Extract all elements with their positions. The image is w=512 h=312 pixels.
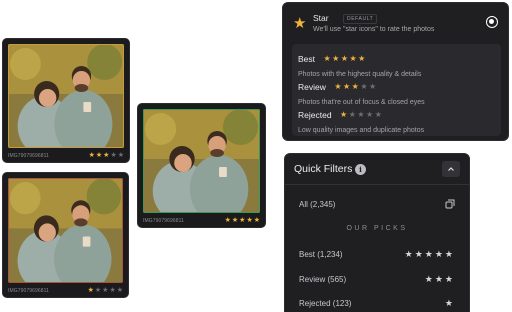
star-icon[interactable]: ★ [117, 287, 123, 294]
star-icon[interactable]: ★ [88, 287, 94, 294]
star-icon: ★ [444, 298, 455, 308]
star-icon[interactable]: ★ [95, 287, 101, 294]
star-icon: ★★★ [424, 274, 455, 284]
radio-button-selected[interactable] [486, 16, 498, 28]
star-icon[interactable]: ★ [103, 152, 109, 159]
photo-filename: IMG79079696811 [8, 152, 50, 159]
star-icon[interactable]: ★ [118, 152, 124, 159]
star-icon[interactable]: ★ [232, 217, 238, 224]
level-name: Review [298, 81, 326, 92]
star-icon[interactable]: ★ [96, 152, 102, 159]
filter-label: Review (565) [299, 275, 347, 284]
divider [285, 184, 469, 185]
photo-filename: IMG79079696811 [143, 217, 185, 224]
rating-level-best: Best ★★★★★ Photos with the highest quali… [298, 50, 495, 78]
photo-card[interactable]: IMG79079696811 ★ ★ ★ ★ ★ [2, 38, 130, 163]
level-stars: ★★★★★ [323, 54, 367, 64]
level-stars: ★★★★★ [334, 82, 378, 92]
star-icon[interactable]: ★ [239, 217, 245, 224]
star-icon: ★ [293, 15, 307, 32]
star-icon[interactable]: ★ [109, 287, 115, 294]
level-name: Best [298, 53, 316, 64]
level-description: Photos with the highest quality & detail… [298, 71, 422, 78]
gallery-icon [445, 199, 455, 209]
photo-filename: IMG79079696811 [8, 287, 50, 294]
photo-card[interactable]: IMG79079696811 ★ ★ ★ ★ ★ [2, 172, 129, 298]
chevron-up-icon [448, 167, 454, 171]
photo-rating[interactable]: ★ ★ ★ ★ ★ [89, 152, 124, 159]
quick-filters-title: Quick Filters [294, 163, 353, 175]
photo-rating[interactable]: ★ ★ ★ ★ ★ [88, 287, 123, 294]
rating-style-description: We'll use "star icons" to rate the photo… [313, 26, 435, 33]
section-label-our-picks: OUR PICKS [346, 225, 408, 232]
level-name: Rejected [298, 109, 332, 120]
star-icon[interactable]: ★ [225, 217, 231, 224]
collapse-button[interactable] [442, 161, 460, 177]
info-icon[interactable]: i [355, 164, 366, 175]
rating-style-title: Star [313, 13, 329, 23]
star-icon: ★★★★★ [404, 249, 455, 259]
level-description: Low quality images and duplicate photos [298, 127, 425, 134]
filter-all[interactable]: All (2,345) [299, 199, 455, 212]
photo-thumbnail[interactable] [143, 109, 260, 213]
star-icon[interactable]: ★ [102, 287, 108, 294]
rating-levels: Best ★★★★★ Photos with the highest quali… [292, 44, 501, 136]
filter-review[interactable]: Review (565) ★★★ [299, 274, 455, 287]
photo-card[interactable]: IMG79079696811 ★ ★ ★ ★ ★ [137, 103, 266, 228]
star-icon[interactable]: ★ [254, 217, 260, 224]
star-icon[interactable]: ★ [89, 152, 95, 159]
filter-label: Best (1,234) [299, 250, 343, 259]
photo-thumbnail[interactable] [8, 44, 124, 148]
rating-level-review: Review ★★★★★ Photos that're out of focus… [298, 78, 495, 106]
level-stars: ★★★★★ [340, 110, 384, 120]
filter-label: All (2,345) [299, 200, 336, 209]
filter-rejected[interactable]: Rejected (123) ★ [299, 298, 455, 311]
default-badge: DEFAULT [343, 14, 378, 24]
filter-label: Rejected (123) [299, 299, 352, 308]
level-description: Photos that're out of focus & closed eye… [298, 99, 425, 106]
star-icon[interactable]: ★ [110, 152, 116, 159]
photo-rating[interactable]: ★ ★ ★ ★ ★ [225, 217, 260, 224]
rating-level-rejected: Rejected ★★★★★ Low quality images and du… [298, 106, 495, 134]
star-icon[interactable]: ★ [246, 217, 252, 224]
rating-style-option[interactable]: ★ Star DEFAULT We'll use "star icons" to… [282, 2, 509, 141]
filter-best[interactable]: Best (1,234) ★★★★★ [299, 249, 455, 262]
quick-filters-panel: Quick Filters i All (2,345) OUR PICKS Be… [284, 153, 470, 312]
photo-thumbnail[interactable] [8, 178, 123, 283]
